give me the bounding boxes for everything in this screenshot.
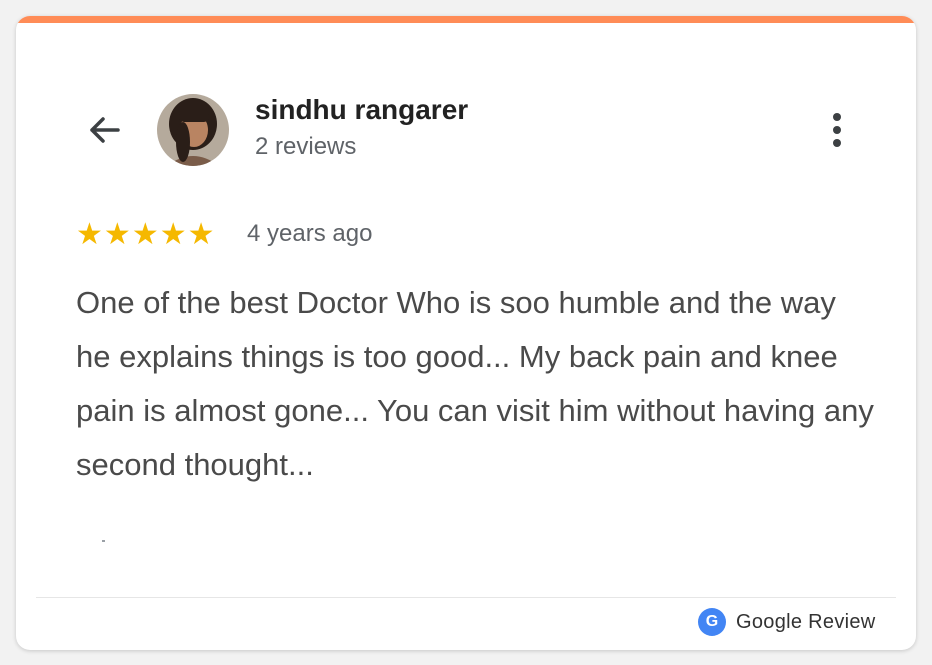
star-icon: ★	[187, 218, 215, 251]
arrow-left-icon	[90, 117, 120, 143]
star-rating: ★ ★ ★ ★ ★	[76, 217, 215, 253]
avatar-photo	[157, 94, 229, 166]
reviewer-name[interactable]: sindhu rangarer	[255, 94, 468, 126]
google-review-badge[interactable]: G Google Review	[698, 608, 876, 636]
avatar[interactable]	[157, 94, 229, 166]
review-count: 2 reviews	[255, 133, 357, 160]
google-icon: G	[698, 608, 726, 636]
accent-bar	[16, 16, 916, 23]
more-vertical-icon	[833, 113, 841, 121]
back-button[interactable]	[82, 108, 126, 152]
stray-mark	[102, 540, 105, 542]
divider	[36, 597, 896, 598]
star-icon: ★	[131, 218, 159, 251]
more-options-button[interactable]	[822, 108, 852, 152]
review-text: One of the best Doctor Who is soo humble…	[76, 285, 874, 482]
star-icon: ★	[76, 218, 103, 251]
google-review-label: Google Review	[736, 610, 876, 633]
star-icon: ★	[103, 218, 131, 251]
review-card: sindhu rangarer 2 reviews ★ ★ ★ ★ ★ 4 ye…	[16, 16, 916, 650]
review-time: 4 years ago	[247, 220, 373, 247]
star-icon: ★	[159, 218, 187, 251]
